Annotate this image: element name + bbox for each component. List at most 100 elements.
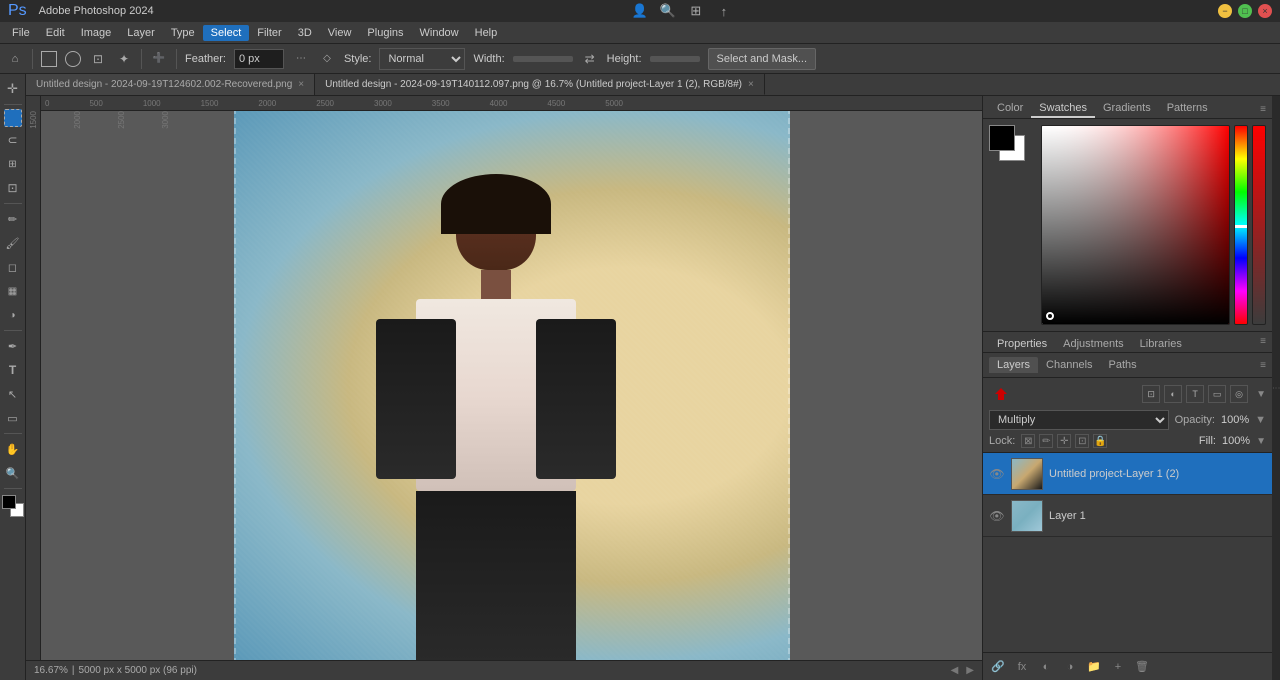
menu-help[interactable]: Help	[467, 25, 506, 41]
style-select[interactable]: Normal Fixed Ratio Fixed Size	[379, 48, 465, 70]
crop-tool[interactable]: ⊡	[2, 177, 24, 199]
color-panel-collapse[interactable]: ≡	[1260, 104, 1266, 115]
properties-collapse[interactable]: ≡	[1260, 336, 1266, 352]
layer-item-2[interactable]: 👁 Layer 1	[983, 495, 1272, 537]
shape-tool[interactable]: ▭	[2, 407, 24, 429]
move-tool[interactable]: ✛	[2, 78, 24, 100]
tab-inactive-close[interactable]: ×	[298, 79, 304, 90]
alpha-slider[interactable]	[1252, 125, 1266, 325]
tab-properties[interactable]: Properties	[989, 336, 1055, 352]
group-layers-btn[interactable]: 📁	[1085, 658, 1103, 676]
tab-gradients[interactable]: Gradients	[1095, 100, 1159, 118]
menu-edit[interactable]: Edit	[38, 25, 73, 41]
fg-color-picker[interactable]	[989, 125, 1015, 151]
wand-icon[interactable]: ✦	[115, 50, 133, 68]
eyedropper-tool[interactable]: ✏	[2, 208, 24, 230]
marquee-ellipse-icon[interactable]	[65, 51, 81, 67]
color-spectrum[interactable]	[1041, 125, 1230, 325]
tab-active[interactable]: Untitled design - 2024-09-19T140112.097.…	[315, 74, 765, 95]
gradient-tool[interactable]: ▦	[2, 280, 24, 302]
blend-mode-select[interactable]: Multiply Normal Screen Overlay	[989, 410, 1169, 430]
minimize-button[interactable]: −	[1218, 4, 1232, 18]
marquee-tool[interactable]	[4, 109, 22, 127]
zoom-tool[interactable]: 🔍	[2, 462, 24, 484]
path-select-tool[interactable]: ↖	[2, 383, 24, 405]
anti-alias-icon[interactable]: ◇	[318, 50, 336, 68]
arrange-icon[interactable]: ⊞	[686, 1, 706, 21]
swap-icon[interactable]: ⇄	[581, 50, 599, 68]
layer-fx-adjustment[interactable]: T	[1186, 385, 1204, 403]
tab-adjustments[interactable]: Adjustments	[1055, 336, 1132, 352]
home-icon[interactable]: ⌂	[6, 50, 24, 68]
tab-inactive[interactable]: Untitled design - 2024-09-19T124602.002-…	[26, 74, 315, 95]
layers-panel-collapse[interactable]: ≡	[1260, 360, 1266, 371]
close-button[interactable]: ×	[1258, 4, 1272, 18]
brush-tool[interactable]: 🖌	[2, 232, 24, 254]
delete-layer-btn[interactable]: 🗑	[1133, 658, 1151, 676]
tab-channels[interactable]: Channels	[1038, 357, 1100, 373]
search-icon[interactable]: 🔍	[658, 1, 678, 21]
fill-dropdown[interactable]: ▼	[1256, 436, 1266, 447]
lasso-tool[interactable]: ⊂	[2, 129, 24, 151]
adjustment-layer-btn[interactable]: ◑	[1061, 658, 1079, 676]
lock-all[interactable]: 🔒	[1093, 434, 1107, 448]
canvas-container[interactable]: 0500100015002000250030003500400045005000…	[26, 96, 982, 660]
layer-item-1[interactable]: 👁 Untitled project-Layer 1 (2)	[983, 453, 1272, 495]
layer-effect-icon[interactable]	[989, 382, 1013, 406]
pen-tool[interactable]: ✒	[2, 335, 24, 357]
scroll-left-arrow[interactable]: ◀	[951, 665, 959, 676]
user-icon[interactable]: 👤	[630, 1, 650, 21]
fg-color-swatch[interactable]	[2, 495, 16, 509]
feather-icon[interactable]: ⋯	[292, 50, 310, 68]
tab-swatches[interactable]: Swatches	[1031, 100, 1095, 118]
lock-transparent[interactable]: ⊠	[1021, 434, 1035, 448]
tab-active-close[interactable]: ×	[748, 79, 754, 90]
lock-artboard[interactable]: ⊡	[1075, 434, 1089, 448]
link-layers-btn[interactable]: 🔗	[989, 658, 1007, 676]
add-subtract-icon[interactable]: ➕	[150, 50, 168, 68]
tab-layers[interactable]: Layers	[989, 357, 1038, 373]
layer-visibility-2[interactable]: 👁	[989, 508, 1005, 524]
menu-filter[interactable]: Filter	[249, 25, 289, 41]
mask-button[interactable]: Select and Mask...	[708, 48, 817, 70]
layer-fx-mask[interactable]: ◐	[1164, 385, 1182, 403]
tab-libraries[interactable]: Libraries	[1132, 336, 1190, 352]
tab-paths[interactable]: Paths	[1101, 357, 1145, 373]
add-mask-btn[interactable]: ◐	[1037, 658, 1055, 676]
layer-fx-smartobj[interactable]: ▭	[1208, 385, 1226, 403]
menu-type[interactable]: Type	[163, 25, 203, 41]
opacity-dropdown[interactable]: ▼	[1255, 414, 1266, 426]
crop-icon[interactable]: ⊡	[89, 50, 107, 68]
hand-tool[interactable]: ✋	[2, 438, 24, 460]
marquee-rect-icon[interactable]	[41, 51, 57, 67]
feather-input[interactable]	[234, 49, 284, 69]
maximize-button[interactable]: □	[1238, 4, 1252, 18]
tab-patterns[interactable]: Patterns	[1159, 100, 1216, 118]
lock-move[interactable]: ✛	[1057, 434, 1071, 448]
menu-view[interactable]: View	[320, 25, 360, 41]
opacity-value[interactable]: 100%	[1221, 414, 1249, 426]
hue-slider[interactable]	[1234, 125, 1248, 325]
layer-fx-type[interactable]: ⊡	[1142, 385, 1160, 403]
right-panel-handle[interactable]: ⋮	[1272, 96, 1280, 680]
menu-file[interactable]: File	[4, 25, 38, 41]
layer-visibility-1[interactable]: 👁	[989, 466, 1005, 482]
tab-color[interactable]: Color	[989, 100, 1031, 118]
menu-select[interactable]: Select	[203, 25, 250, 41]
fill-value[interactable]: 100%	[1222, 435, 1250, 447]
object-select-tool[interactable]: ⊞	[2, 153, 24, 175]
layer-fx-filter[interactable]: ◎	[1230, 385, 1248, 403]
menu-plugins[interactable]: Plugins	[359, 25, 411, 41]
share-icon[interactable]: ↑	[714, 1, 734, 21]
menu-3d[interactable]: 3D	[290, 25, 320, 41]
menu-window[interactable]: Window	[412, 25, 467, 41]
eraser-tool[interactable]: ◻	[2, 256, 24, 278]
dodge-tool[interactable]: ◑	[2, 304, 24, 326]
lock-paint[interactable]: ✏	[1039, 434, 1053, 448]
scroll-right-arrow[interactable]: ▶	[966, 665, 974, 676]
layer-fx-btn[interactable]: fx	[1013, 658, 1031, 676]
menu-layer[interactable]: Layer	[119, 25, 163, 41]
new-layer-btn[interactable]: +	[1109, 658, 1127, 676]
menu-image[interactable]: Image	[73, 25, 120, 41]
text-tool[interactable]: T	[2, 359, 24, 381]
